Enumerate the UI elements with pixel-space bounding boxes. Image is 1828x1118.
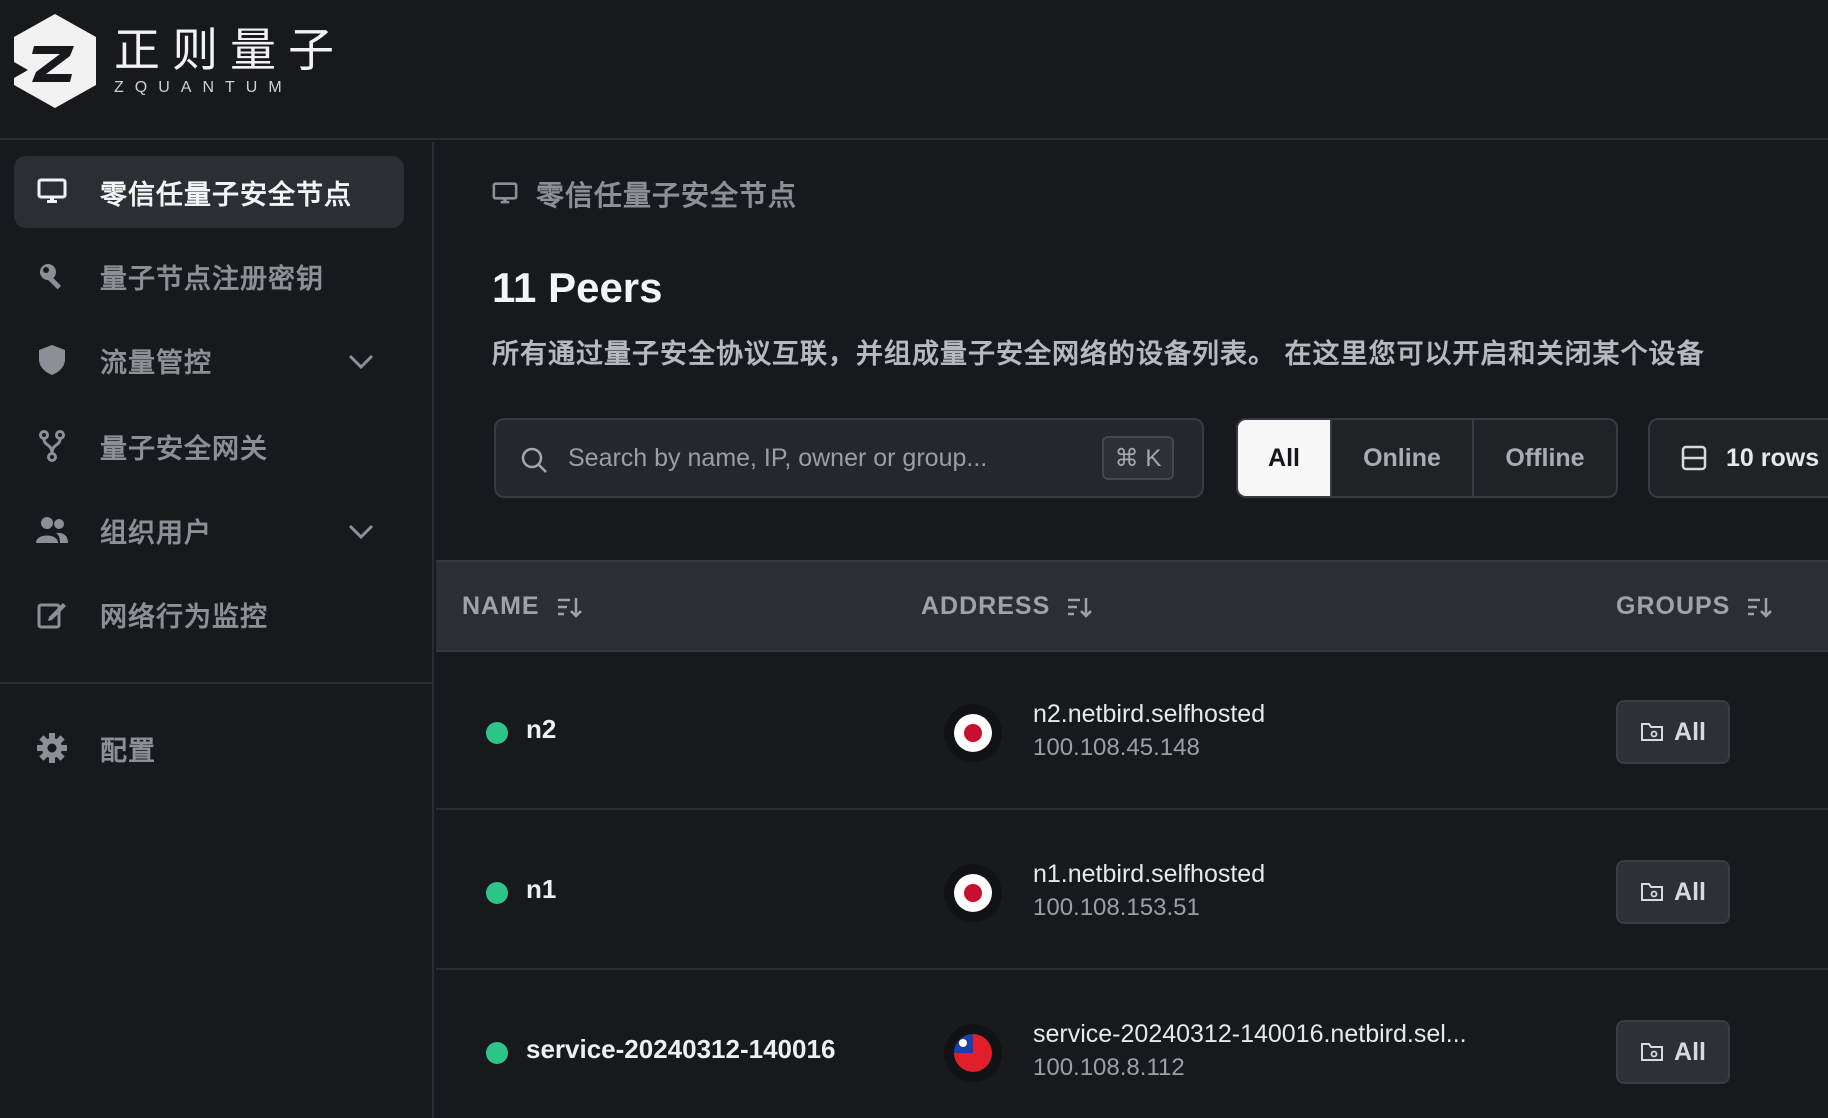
column-header-label: GROUPS: [1616, 592, 1731, 620]
taiwan-flag-icon: [944, 1024, 1002, 1082]
sidebar-item-setup-keys[interactable]: 量子节点注册密钥: [14, 240, 404, 312]
online-status-dot: [486, 882, 508, 904]
brand-logo[interactable]: 正则量子 ZQUANTUM: [12, 12, 346, 110]
sidebar-item-label: 网络行为监控: [100, 601, 268, 632]
table-header: NAME ADDRESS GROUPS: [436, 560, 1828, 652]
peer-hostname: n2.netbird.selfhosted: [1033, 700, 1266, 728]
filter-online-button[interactable]: Online: [1332, 420, 1474, 496]
search-icon: [521, 447, 547, 473]
chevron-down-icon[interactable]: [346, 346, 376, 376]
monitor-icon: [492, 182, 518, 204]
sidebar-item-users[interactable]: 组织用户: [14, 494, 404, 566]
sidebar-item-network-monitor[interactable]: 网络行为监控: [14, 578, 404, 650]
brand-subtitle: ZQUANTUM: [114, 79, 293, 96]
group-badge-button[interactable]: All: [1616, 1020, 1730, 1084]
folder-icon: [1641, 1043, 1664, 1061]
sidebar-item-label: 量子安全网关: [100, 433, 268, 464]
sidebar-item-label: 零信任量子安全节点: [100, 179, 352, 210]
sidebar-item-label: 配置: [100, 735, 156, 766]
group-badge-button[interactable]: All: [1616, 700, 1730, 764]
online-status-dot: [486, 722, 508, 744]
peer-ip: 100.108.153.51: [1033, 894, 1200, 921]
main-content: 零信任量子安全节点 11 Peers 所有通过量子安全协议互联，并组成量子安全网…: [436, 142, 1828, 1118]
sidebar-item-traffic-control[interactable]: 流量管控: [14, 324, 404, 396]
search-input[interactable]: [568, 438, 1068, 478]
sidebar-divider: [0, 682, 432, 684]
folder-icon: [1641, 723, 1664, 741]
group-label: All: [1674, 877, 1706, 906]
fork-icon: [34, 428, 70, 464]
page-description: 所有通过量子安全协议互联，并组成量子安全网络的设备列表。 在这里您可以开启和关闭…: [492, 339, 1705, 369]
top-bar: 正则量子 ZQUANTUM: [0, 0, 1828, 140]
search-shortcut: ⌘ K: [1102, 436, 1174, 480]
gear-icon: [34, 730, 70, 766]
sidebar: 零信任量子安全节点 量子节点注册密钥 流量管控 量子安全网关 组织用户 网络行为…: [0, 142, 434, 1118]
japan-flag-icon: [944, 864, 1002, 922]
rows-per-page-label: 10 rows: [1726, 443, 1820, 472]
column-header-address[interactable]: ADDRESS: [921, 592, 1093, 621]
sort-icon: [1748, 597, 1773, 618]
breadcrumb[interactable]: 零信任量子安全节点: [492, 174, 797, 214]
online-status-dot: [486, 1042, 508, 1064]
logo-mark-icon: [14, 14, 96, 108]
filter-all-button[interactable]: All: [1238, 420, 1332, 496]
table-row[interactable]: n1 n1.netbird.selfhosted 100.108.153.51 …: [436, 812, 1828, 970]
shield-icon: [34, 342, 70, 378]
search-box: ⌘ K: [494, 418, 1204, 498]
column-header-groups[interactable]: GROUPS: [1616, 592, 1773, 621]
sidebar-item-label: 量子节点注册密钥: [100, 263, 324, 294]
peer-name[interactable]: n2: [526, 714, 556, 745]
japan-flag-icon: [944, 704, 1002, 762]
folder-icon: [1641, 883, 1664, 901]
sidebar-item-settings[interactable]: 配置: [14, 712, 404, 784]
table-row[interactable]: n2 n2.netbird.selfhosted 100.108.45.148 …: [436, 652, 1828, 810]
column-header-label: ADDRESS: [921, 592, 1051, 620]
status-filter: All Online Offline: [1236, 418, 1618, 498]
column-header-label: NAME: [462, 592, 540, 620]
key-icon: [34, 258, 70, 294]
sort-icon: [1068, 597, 1093, 618]
peer-hostname: service-20240312-140016.netbird.sel...: [1033, 1020, 1467, 1048]
peer-hostname: n1.netbird.selfhosted: [1033, 860, 1266, 888]
group-badge-button[interactable]: All: [1616, 860, 1730, 924]
group-label: All: [1674, 717, 1706, 746]
peer-name[interactable]: service-20240312-140016: [526, 1034, 835, 1065]
chevron-down-icon[interactable]: [346, 516, 376, 546]
users-icon: [34, 512, 70, 548]
filter-offline-button[interactable]: Offline: [1474, 420, 1616, 496]
sidebar-item-peers[interactable]: 零信任量子安全节点: [14, 156, 404, 228]
edit-icon: [34, 596, 70, 632]
breadcrumb-label: 零信任量子安全节点: [536, 180, 798, 211]
peer-name[interactable]: n1: [526, 874, 556, 905]
page-title: 11 Peers: [492, 264, 663, 311]
sidebar-item-label: 流量管控: [100, 347, 212, 378]
group-label: All: [1674, 1037, 1706, 1066]
rows-per-page-select[interactable]: 10 rows: [1648, 418, 1828, 498]
peer-ip: 100.108.45.148: [1033, 734, 1200, 761]
sidebar-item-label: 组织用户: [100, 517, 212, 548]
brand-name: 正则量子: [114, 24, 346, 76]
column-header-name[interactable]: NAME: [462, 592, 582, 621]
table-row[interactable]: service-20240312-140016 service-20240312…: [436, 972, 1828, 1118]
table-rows-icon: [1681, 445, 1707, 471]
monitor-icon: [34, 174, 70, 210]
sort-icon: [557, 597, 582, 618]
peer-ip: 100.108.8.112: [1033, 1054, 1185, 1081]
sidebar-item-gateway[interactable]: 量子安全网关: [14, 410, 404, 482]
